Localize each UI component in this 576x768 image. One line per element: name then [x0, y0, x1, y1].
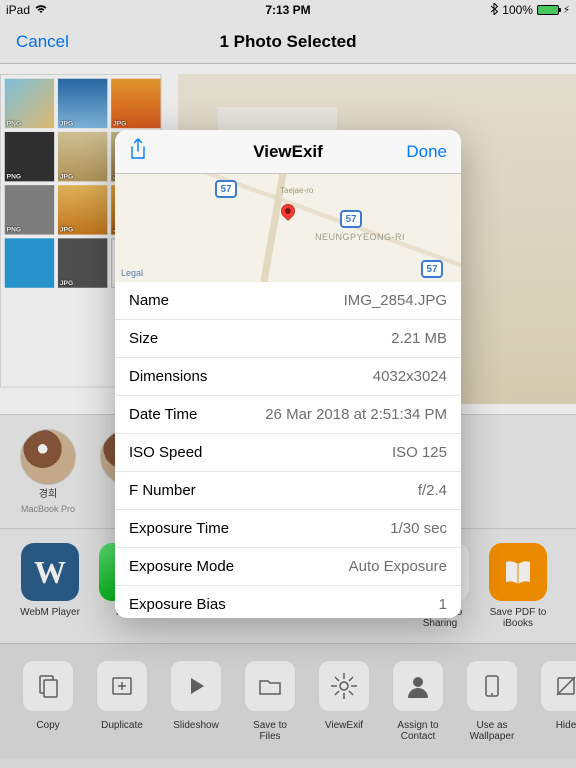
exif-row: ISO Speed ISO 125 [115, 434, 461, 472]
exif-key: Exposure Bias [129, 596, 226, 613]
viewexif-modal: ViewExif Done 57 57 57 Taejae-ro NEUNGPY… [115, 130, 461, 618]
exif-value: IMG_2854.JPG [344, 292, 447, 309]
road-label: Taejae-ro [280, 186, 313, 195]
exif-key: Date Time [129, 406, 197, 423]
exif-key: Size [129, 330, 158, 347]
exif-value: ISO 125 [392, 444, 447, 461]
exif-row: Dimensions 4032x3024 [115, 358, 461, 396]
exif-row: Size 2.21 MB [115, 320, 461, 358]
exif-key: Exposure Time [129, 520, 229, 537]
exif-row: Name IMG_2854.JPG [115, 282, 461, 320]
map-place-label: NEUNGPYEONG-RI [315, 232, 405, 242]
exif-value: 1/30 sec [390, 520, 447, 537]
exif-row: Exposure Time 1/30 sec [115, 510, 461, 548]
route-shield: 57 [340, 210, 362, 228]
share-icon[interactable] [129, 138, 147, 165]
exif-row: Exposure Bias 1 [115, 586, 461, 618]
route-shield: 57 [421, 260, 443, 278]
location-map[interactable]: 57 57 57 Taejae-ro NEUNGPYEONG-RI Legal [115, 174, 461, 282]
modal-title: ViewExif [253, 142, 323, 162]
done-button[interactable]: Done [406, 142, 447, 162]
exif-value: 26 Mar 2018 at 2:51:34 PM [265, 406, 447, 423]
exif-key: ISO Speed [129, 444, 202, 461]
exif-value: 4032x3024 [373, 368, 447, 385]
exif-row: F Number f/2.4 [115, 472, 461, 510]
modal-header: ViewExif Done [115, 130, 461, 174]
exif-value: f/2.4 [418, 482, 447, 499]
exif-key: Exposure Mode [129, 558, 234, 575]
exif-value: 2.21 MB [391, 330, 447, 347]
exif-key: Name [129, 292, 169, 309]
exif-row: Exposure Mode Auto Exposure [115, 548, 461, 586]
exif-key: Dimensions [129, 368, 207, 385]
route-shield: 57 [215, 180, 237, 198]
exif-value: 1 [439, 596, 447, 613]
exif-value: Auto Exposure [349, 558, 447, 575]
exif-list: Name IMG_2854.JPG Size 2.21 MB Dimensions 403… [115, 282, 461, 618]
map-legal-link[interactable]: Legal [121, 268, 143, 278]
exif-key: F Number [129, 482, 196, 499]
map-pin-icon [278, 201, 298, 221]
exif-row: Date Time 26 Mar 2018 at 2:51:34 PM [115, 396, 461, 434]
